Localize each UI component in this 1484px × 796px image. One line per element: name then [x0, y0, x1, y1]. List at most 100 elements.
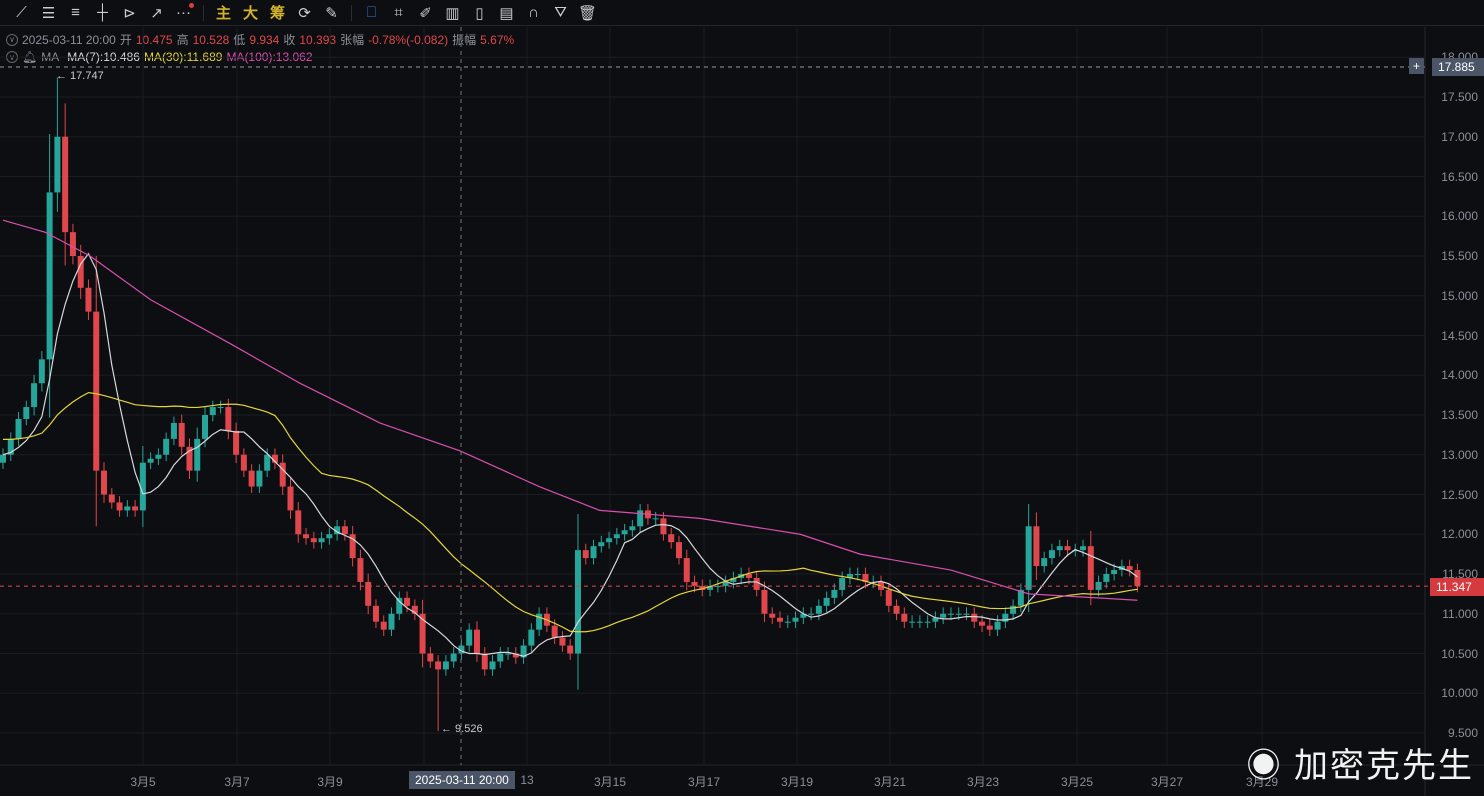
- y-tick-label: 10.000: [1441, 686, 1478, 701]
- filter-icon[interactable]: ⛛: [547, 1, 574, 25]
- candle-up: [947, 613, 954, 615]
- candle-up: [450, 653, 457, 662]
- candle-down: [303, 534, 310, 539]
- replay-icon[interactable]: ⟳: [291, 1, 318, 25]
- candle-up: [256, 470, 263, 487]
- candle-up: [202, 415, 209, 439]
- candle-up: [170, 422, 177, 439]
- candle-up: [909, 621, 916, 623]
- bookmark-icon[interactable]: ⎕: [358, 1, 385, 25]
- y-tick-label: 15.000: [1441, 288, 1478, 303]
- candle-up: [598, 542, 605, 547]
- y-tick-label: 15.500: [1441, 249, 1478, 263]
- ma100-line: [2, 219, 1138, 601]
- x-tick-label: 3月19: [780, 775, 814, 789]
- candle-down: [986, 625, 993, 630]
- candle-down: [481, 653, 488, 670]
- divider: [203, 4, 204, 21]
- drawing-toolbar: ⟋ ☰ ≡ ┼ ⊳ ↗ ··· 主大筹 ⟳ ✎ ⎕ ⌗ ✐ ▥ ▯ ▤ ∩ ⛛ 🗑: [0, 0, 1484, 26]
- notification-dot: [189, 2, 194, 8]
- candle-up: [574, 550, 581, 654]
- candle-up: [1041, 558, 1048, 567]
- cn-tool-0[interactable]: 主: [210, 1, 237, 25]
- candle-down: [1134, 570, 1141, 586]
- note-icon[interactable]: ▤: [493, 1, 520, 25]
- candle-up: [815, 605, 822, 614]
- candle-up: [854, 574, 861, 575]
- y-tick-label: 13.500: [1441, 408, 1478, 422]
- magnet-icon[interactable]: ∩: [520, 1, 547, 25]
- candle-down: [365, 581, 372, 606]
- y-tick-label: 16.500: [1441, 169, 1478, 184]
- candle-up: [924, 621, 931, 623]
- candle-up: [528, 629, 535, 646]
- y-tick-label: 12.500: [1441, 487, 1478, 502]
- weibo-logo-icon: ◉: [1246, 747, 1294, 785]
- candle-up: [839, 577, 846, 590]
- candle-up: [209, 407, 216, 415]
- candle-down: [761, 589, 768, 614]
- add-alert-button[interactable]: +: [1409, 58, 1425, 74]
- arrow-line-icon[interactable]: ↗: [143, 1, 170, 25]
- ruler-icon[interactable]: ⌗: [385, 1, 412, 25]
- candle-down: [769, 613, 776, 618]
- candle-down: [1087, 546, 1094, 590]
- watermark: ◉ 加密克先生: [1246, 747, 1474, 785]
- candle-up: [489, 661, 496, 670]
- candles-icon[interactable]: ▥: [439, 1, 466, 25]
- candle-down: [753, 577, 760, 590]
- fib-triangle-icon[interactable]: ⊳: [116, 1, 143, 25]
- x-tick-label: 3月21: [873, 775, 907, 789]
- candle-down: [404, 597, 411, 606]
- crosshair-line-icon[interactable]: ┼: [89, 1, 116, 25]
- candle-up: [637, 510, 644, 527]
- candle-down: [372, 605, 379, 622]
- x-tick-label: 3月5: [130, 775, 156, 789]
- candle-up: [823, 597, 830, 606]
- candle-down: [101, 470, 108, 495]
- candle-down: [310, 538, 317, 543]
- horizontal-lines-icon[interactable]: ≡: [62, 1, 89, 25]
- y-tick-label: 12.000: [1441, 527, 1478, 542]
- x-tick-label: 3月15: [593, 775, 627, 789]
- y-tick-label: 16.000: [1441, 209, 1478, 224]
- candle-down: [225, 407, 232, 431]
- candle-up: [792, 617, 799, 622]
- candle-down: [691, 581, 698, 586]
- candle-up: [652, 518, 659, 520]
- parallel-lines-icon[interactable]: ☰: [35, 1, 62, 25]
- draw-tool-icon[interactable]: ✎: [318, 1, 345, 25]
- candle-down: [116, 502, 123, 511]
- candle-down: [660, 518, 667, 535]
- trash-icon[interactable]: 🗑: [574, 1, 601, 25]
- candle-up: [505, 653, 512, 655]
- last-price-tag: 11.347: [1430, 578, 1484, 596]
- pen-icon[interactable]: ✐: [412, 1, 439, 25]
- candle-up: [1111, 570, 1118, 574]
- candle-up: [1025, 526, 1032, 590]
- candle-up: [466, 629, 473, 646]
- candle-up: [163, 438, 170, 455]
- trend-line-icon[interactable]: ⟋: [8, 1, 35, 25]
- y-tick-label: 10.500: [1441, 646, 1478, 661]
- x-tick-label: 3月23: [966, 775, 1000, 789]
- more-icon[interactable]: ···: [170, 1, 197, 25]
- candle-up: [31, 383, 38, 408]
- candle-up: [831, 589, 838, 598]
- phone-icon[interactable]: ▯: [466, 1, 493, 25]
- candle-down: [1064, 546, 1071, 551]
- cn-tool-1[interactable]: 大: [237, 1, 264, 25]
- crosshair-time-tag: 2025-03-11 20:00: [409, 771, 515, 789]
- candle-up: [955, 613, 962, 615]
- candle-down: [295, 510, 302, 535]
- candle-up: [808, 613, 815, 615]
- candle-up: [994, 621, 1001, 630]
- candlestick-chart[interactable]: [0, 27, 1484, 796]
- candle-up: [264, 454, 271, 471]
- candle-down: [132, 506, 139, 511]
- candle-down: [85, 287, 92, 312]
- cn-tool-2[interactable]: 筹: [264, 1, 291, 25]
- candle-down: [582, 550, 589, 559]
- candle-down: [248, 470, 255, 487]
- candle-down: [93, 311, 100, 471]
